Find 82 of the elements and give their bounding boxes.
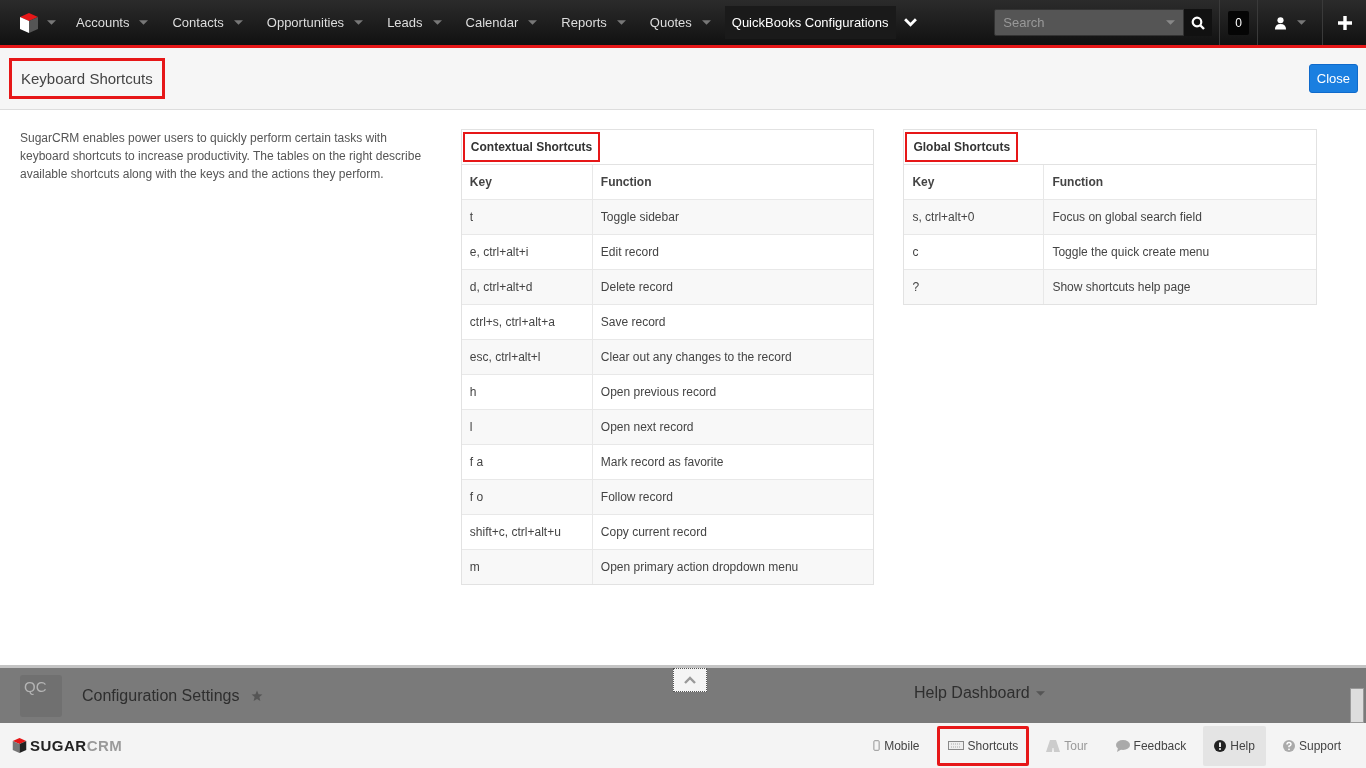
chevron-down-icon[interactable] <box>903 18 917 27</box>
footer-link[interactable]: Shortcuts <box>936 725 1030 766</box>
footer-link[interactable]: Mobile <box>862 725 931 766</box>
search-field[interactable]: Search <box>994 9 1185 36</box>
scrollbar[interactable] <box>1350 688 1364 723</box>
table-cell: c <box>904 235 1045 269</box>
notification-count[interactable]: 0 <box>1228 10 1249 35</box>
caret-icon <box>233 20 243 25</box>
collapse-toggle[interactable] <box>673 668 707 692</box>
table-cell-text: Open primary action dropdown menu <box>599 559 800 576</box>
column-header: Key <box>904 165 1045 199</box>
caret-icon <box>616 20 626 25</box>
close-button[interactable]: Close <box>1308 64 1358 93</box>
table-cell: f a <box>461 445 593 479</box>
table-cell: m <box>461 550 593 584</box>
cube-logo-icon[interactable] <box>19 11 39 34</box>
table-cell: l <box>461 410 593 444</box>
nav-tab[interactable]: Contacts <box>172 15 224 30</box>
nav-tab[interactable]: Reports <box>561 15 607 30</box>
speech-bubble-icon <box>1115 739 1130 752</box>
column-header: Function <box>599 174 653 191</box>
phone-icon <box>873 740 881 751</box>
search-icon <box>1191 15 1206 30</box>
page-title: Keyboard Shortcuts <box>9 58 165 99</box>
table-title: Global Shortcuts <box>905 132 1019 162</box>
brand-wordmark: SUGARCRM <box>30 737 123 754</box>
table-cell: shift+c, ctrl+alt+u <box>461 515 593 549</box>
chevron-up-icon <box>684 676 696 684</box>
footer-link[interactable]: Support <box>1271 725 1352 766</box>
table-cell-text: Toggle sidebar <box>599 209 680 226</box>
table-cell: e, ctrl+alt+i <box>461 235 593 269</box>
table-cell-text: Delete record <box>599 279 674 296</box>
caret-icon <box>1297 20 1306 25</box>
caret-icon <box>1166 20 1176 25</box>
table-cell: ? <box>904 270 1045 304</box>
intro-paragraph: SugarCRM enables power users to quickly perform certain tasks with keyboard shortcuts to increase productivity. The tables on the right describe available shortcuts along with the keys and the actions they perform. <box>20 130 422 183</box>
table-title: Contextual Shortcuts <box>462 132 601 162</box>
table-cell-text: Edit record <box>599 244 660 261</box>
search-button[interactable] <box>1184 9 1213 36</box>
caret-icon <box>432 20 442 25</box>
column-header: Key <box>461 165 593 199</box>
table-cell: esc, ctrl+alt+l <box>461 340 593 374</box>
user-icon[interactable] <box>1274 15 1287 30</box>
caret-icon <box>528 20 538 25</box>
exclamation-icon <box>1214 739 1227 752</box>
table-cell-text: Show shortcuts help page <box>1051 279 1192 296</box>
nav-tab[interactable]: Opportunities <box>266 15 345 30</box>
caret-icon <box>1035 690 1045 696</box>
table-cell: d, ctrl+alt+d <box>461 270 593 304</box>
table-cell-text: Clear out any changes to the record <box>599 349 793 366</box>
keyboard-icon <box>947 741 964 750</box>
table-cell: h <box>461 375 593 409</box>
column-header: Function <box>1051 174 1105 191</box>
dashboard-title: Configuration Settings <box>82 686 240 705</box>
table-cell-text: Open next record <box>599 419 695 436</box>
footer-link[interactable]: Feedback <box>1104 725 1198 766</box>
star-icon[interactable] <box>251 689 264 702</box>
table-cell: s, ctrl+alt+0 <box>904 200 1045 234</box>
road-icon <box>1046 739 1061 752</box>
table-cell: t <box>461 200 593 234</box>
caret-icon <box>139 20 149 25</box>
nav-tab[interactable]: Quotes <box>649 15 692 30</box>
table-cell-text: Open previous record <box>599 384 718 401</box>
cube-logo-icon <box>12 737 27 754</box>
table-cell-text: Mark record as favorite <box>599 454 725 471</box>
caret-icon <box>47 20 56 25</box>
nav-tab[interactable]: Calendar <box>465 15 519 30</box>
table-cell-text: Follow record <box>599 489 674 506</box>
table-cell-text: Save record <box>599 314 667 331</box>
table-cell: f o <box>461 480 593 514</box>
nav-tab[interactable]: Leads <box>387 15 423 30</box>
table-cell: ctrl+s, ctrl+alt+a <box>461 305 593 339</box>
question-icon <box>1282 739 1295 752</box>
caret-icon <box>701 20 711 25</box>
table-cell-text: Copy current record <box>599 524 708 541</box>
module-tile: QC <box>20 674 62 717</box>
plus-icon[interactable] <box>1336 14 1353 31</box>
nav-tab[interactable]: Accounts <box>76 15 130 30</box>
footer-link[interactable]: Help <box>1203 725 1266 766</box>
table-cell-text: Focus on global search field <box>1051 209 1203 226</box>
table-cell-text: Toggle the quick create menu <box>1051 244 1211 261</box>
caret-icon <box>354 20 364 25</box>
